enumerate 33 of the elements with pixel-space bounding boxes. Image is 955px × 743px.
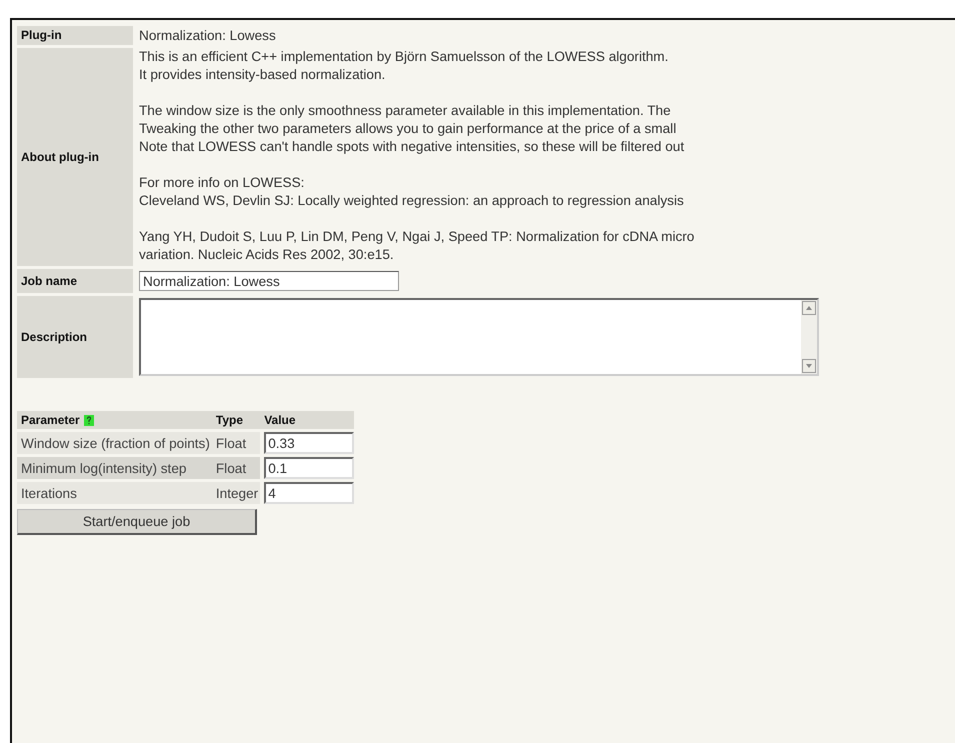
description-line: Note that LOWESS can't handle spots with negative intensities, so these will be filtered out <box>139 138 686 156</box>
table-cell: Float <box>212 457 260 479</box>
table-cell: Integer <box>212 482 260 504</box>
description-line: Tweaking the other two parameters allows you to gain performance at the price of a small <box>139 120 678 138</box>
value-field[interactable]: 4 <box>264 482 354 504</box>
column-header: Value <box>260 411 354 429</box>
value-field[interactable]: 0.1 <box>264 457 354 479</box>
description-line: For more info on LOWESS: <box>139 174 306 192</box>
job-name-field[interactable]: Normalization: Lowess <box>139 271 399 291</box>
column-header: Parameter <box>21 413 80 427</box>
field-label: About plug-in <box>21 150 99 164</box>
table-cell: Minimum log(intensity) step <box>17 457 212 479</box>
description-line: Yang YH, Dudoit S, Luu P, Lin DM, Peng V, Ngai J, Speed TP: Normalization for cDNA micro <box>139 228 696 246</box>
start-job-button[interactable]: Start/enqueue job <box>17 509 257 535</box>
description-line: variation. Nucleic Acids Res 2002, 30:e15. <box>139 246 395 264</box>
value-field[interactable]: 0.33 <box>264 432 354 454</box>
description-line: Cleveland WS, Devlin SJ: Locally weighted regression: an approach to regression analysis <box>139 192 685 210</box>
help-icon[interactable] <box>84 414 94 426</box>
plugin-name: Normalization: Lowess <box>139 27 277 45</box>
table-cell: Iterations <box>17 482 212 504</box>
scroll-up-icon[interactable] <box>802 301 816 315</box>
field-label: Description <box>21 330 88 344</box>
scrollbar[interactable] <box>801 300 817 374</box>
scroll-down-icon[interactable] <box>802 359 816 373</box>
table-cell: Float <box>212 432 260 454</box>
description-line: This is an efficient C++ implementation by Björn Samuelsson of the LOWESS algorithm. <box>139 48 670 66</box>
field-label: Plug-in <box>17 26 133 45</box>
table-cell: Window size (fraction of points) <box>17 432 212 454</box>
description-field[interactable] <box>139 298 819 376</box>
description-line: The window size is the only smoothness parameter available in this implementation. The <box>139 102 672 120</box>
field-label: Job name <box>21 274 78 288</box>
description-line: It provides intensity-based normalization. <box>139 66 386 84</box>
column-header: Type <box>212 411 260 429</box>
